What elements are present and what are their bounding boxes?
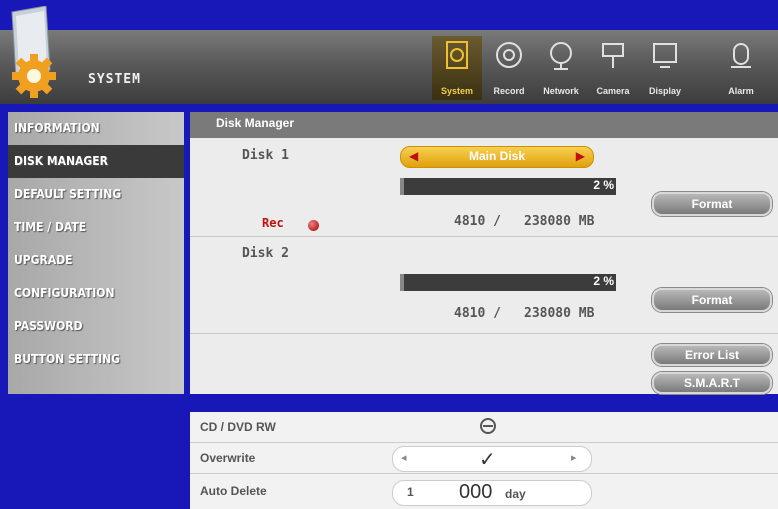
tab-alarm-label: Alarm [728, 86, 754, 96]
tab-display-label: Display [648, 86, 681, 96]
overwrite-check-icon: ✓ [479, 449, 496, 471]
disk-2-used: 4810 / [454, 306, 501, 321]
disk-1-usage-bar: 2 % [400, 178, 616, 195]
tab-camera-label: Camera [596, 86, 630, 96]
camera-icon [602, 43, 624, 68]
tab-network[interactable]: Network [536, 36, 586, 100]
arrow-right-icon[interactable]: ▸ [571, 451, 577, 464]
rec-label: Rec [262, 216, 284, 230]
auto-delete-input[interactable]: 1 000 day [392, 480, 592, 506]
overwrite-label: Overwrite [200, 451, 256, 465]
smart-button[interactable]: S.M.A.R.T [652, 372, 772, 394]
record-icon [496, 42, 522, 68]
tab-system[interactable]: System [432, 36, 482, 100]
auto-delete-prefix: 1 [407, 485, 414, 499]
disk-1-name: Disk 1 [242, 148, 289, 163]
disk-2-usage-pct: 2 % [593, 274, 614, 288]
sidebar-item-disk-manager[interactable]: DISK MANAGER [8, 145, 184, 178]
disk-mode-select[interactable]: ◀ Main Disk ▶ [400, 146, 594, 168]
disk-2-usage-bar: 2 % [400, 274, 616, 291]
auto-delete-label: Auto Delete [200, 484, 267, 498]
sidebar: INFORMATION DISK MANAGER DEFAULT SETTING… [8, 112, 184, 394]
auto-delete-unit: day [505, 487, 526, 501]
tab-record-label: Record [493, 86, 525, 96]
tab-record[interactable]: Record [484, 36, 534, 100]
arrow-right-icon[interactable]: ▶ [576, 149, 585, 163]
disk-2-total: 238080 MB [524, 306, 595, 321]
tab-camera[interactable]: Camera [588, 36, 638, 100]
error-list-button[interactable]: Error List [652, 344, 772, 366]
sidebar-item-password[interactable]: PASSWORD [8, 310, 184, 343]
display-icon [653, 43, 677, 68]
sidebar-item-button-setting[interactable]: BUTTON SETTING [8, 343, 184, 376]
disk-2-usage-fill [400, 274, 405, 291]
disk-2-name: Disk 2 [242, 246, 289, 261]
auto-delete-value: 000 [459, 481, 493, 503]
page-title: Disk Manager [216, 116, 295, 130]
tab-display[interactable]: Display [640, 36, 690, 100]
sidebar-item-configuration[interactable]: CONFIGURATION [8, 277, 184, 310]
overwrite-toggle[interactable]: ◂ ✓ ▸ [392, 446, 592, 472]
disk-2-format-button[interactable]: Format [652, 288, 772, 312]
system-logo-icon [10, 5, 88, 102]
disk-1-usage-fill [400, 178, 405, 195]
disk-1-usage-pct: 2 % [593, 178, 614, 192]
disk-1-format-button[interactable]: Format [652, 192, 772, 216]
tab-alarm[interactable]: Alarm [716, 36, 766, 100]
disk-1-total: 238080 MB [524, 214, 595, 229]
disk-mode-value: Main Disk [468, 149, 525, 163]
system-title: SYSTEM [88, 72, 141, 87]
tab-system-label: System [440, 86, 474, 96]
network-icon [550, 42, 572, 70]
disk-1-used: 4810 / [454, 214, 501, 229]
record-indicator-icon [308, 220, 319, 231]
tab-network-label: Network [543, 86, 579, 96]
cd-dvd-label: CD / DVD RW [200, 420, 276, 434]
sidebar-item-information[interactable]: INFORMATION [8, 112, 184, 145]
sidebar-footer [0, 394, 190, 509]
sidebar-item-upgrade[interactable]: UPGRADE [8, 244, 184, 277]
sidebar-item-time-date[interactable]: TIME / DATE [8, 211, 184, 244]
no-device-icon [480, 418, 496, 434]
arrow-left-icon[interactable]: ◂ [401, 451, 407, 464]
system-icon [446, 41, 468, 69]
alarm-icon [731, 43, 751, 68]
sidebar-item-default-setting[interactable]: DEFAULT SETTING [8, 178, 184, 211]
